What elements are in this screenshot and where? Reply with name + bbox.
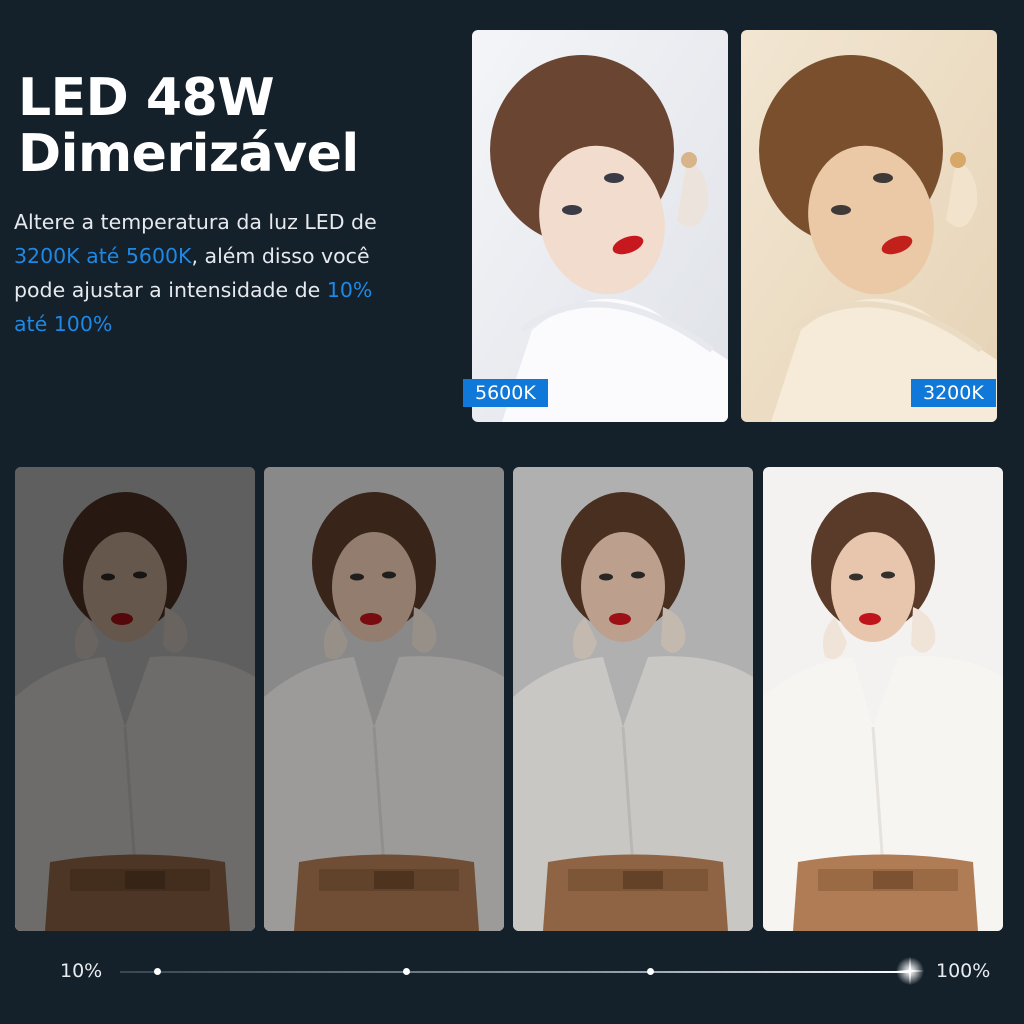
brightness-photo bbox=[15, 467, 255, 931]
brightness-slider[interactable]: 10% 100% bbox=[0, 952, 1024, 992]
headline-line1: LED 48W bbox=[18, 68, 275, 128]
portrait-image bbox=[763, 467, 1003, 931]
temperature-range: 3200K até 5600K bbox=[14, 244, 192, 268]
headline: LED 48W Dimerizável bbox=[18, 70, 359, 182]
portrait-image bbox=[472, 30, 728, 422]
portrait-image bbox=[513, 467, 753, 931]
slider-stop[interactable] bbox=[647, 968, 654, 975]
photo-5600k bbox=[472, 30, 728, 422]
slider-stop[interactable] bbox=[403, 968, 410, 975]
description-text1: Altere a temperatura da luz LED de bbox=[14, 210, 377, 234]
temperature-label-3200k: 3200K bbox=[911, 379, 996, 407]
slider-thumb-glow-icon[interactable] bbox=[895, 956, 925, 986]
portrait-image bbox=[741, 30, 997, 422]
brightness-photo bbox=[763, 467, 1003, 931]
description: Altere a temperatura da luz LED de 3200K… bbox=[14, 205, 394, 341]
photo-3200k bbox=[741, 30, 997, 422]
brightness-photo bbox=[513, 467, 753, 931]
brightness-photo bbox=[264, 467, 504, 931]
slider-stop[interactable] bbox=[154, 968, 161, 975]
slider-track[interactable] bbox=[120, 971, 910, 973]
portrait-image bbox=[15, 467, 255, 931]
slider-min-label: 10% bbox=[60, 960, 103, 982]
temperature-label-5600k: 5600K bbox=[463, 379, 548, 407]
headline-line2: Dimerizável bbox=[18, 124, 359, 184]
portrait-image bbox=[264, 467, 504, 931]
slider-max-label: 100% bbox=[936, 960, 991, 982]
